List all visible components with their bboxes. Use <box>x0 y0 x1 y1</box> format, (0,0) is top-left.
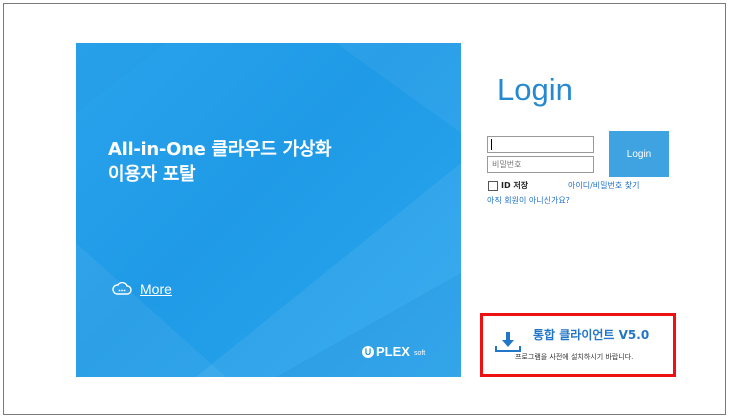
hero-title: All-in-One 클라우드 가상화 이용자 포탈 <box>108 137 332 187</box>
brand-logo: U PLEX soft <box>362 344 425 359</box>
brand-name: PLEX <box>376 344 410 359</box>
hero-banner: All-in-One 클라우드 가상화 이용자 포탈 More U PLEX s… <box>76 43 461 377</box>
more-link[interactable]: More <box>112 281 172 297</box>
id-input[interactable] <box>487 136 594 153</box>
login-button-label: Login <box>626 148 652 160</box>
download-icon <box>495 332 521 352</box>
signup-link[interactable]: 아직 회원이 아니신가요? <box>487 195 570 206</box>
client-download-banner[interactable]: 통합 클라이언트 V5.0 프로그램을 사전에 설치하시기 바랍니다. <box>480 313 676 377</box>
save-id-checkbox[interactable] <box>488 180 498 191</box>
login-button[interactable]: Login <box>609 131 669 177</box>
client-description: 프로그램을 사전에 설치하시기 바랍니다. <box>515 353 634 361</box>
save-id-label: ID 저장 <box>501 181 529 190</box>
find-account-link[interactable]: 아이디/비밀번호 찾기 <box>568 180 639 191</box>
save-id-option[interactable]: ID 저장 <box>488 180 528 191</box>
hero-background-shapes <box>76 43 461 377</box>
hero-title-line2: 이용자 포탈 <box>108 164 196 185</box>
login-title: Login <box>497 72 573 107</box>
brand-suffix: soft <box>413 350 426 357</box>
brand-mark-icon: U <box>362 345 374 358</box>
password-input[interactable] <box>487 156 594 173</box>
hero-title-line1: All-in-One 클라우드 가상화 <box>108 139 332 160</box>
cloud-icon <box>112 282 132 295</box>
client-title: 통합 클라이언트 V5.0 <box>533 328 650 342</box>
more-label: More <box>140 281 172 297</box>
text-caret <box>491 139 492 150</box>
